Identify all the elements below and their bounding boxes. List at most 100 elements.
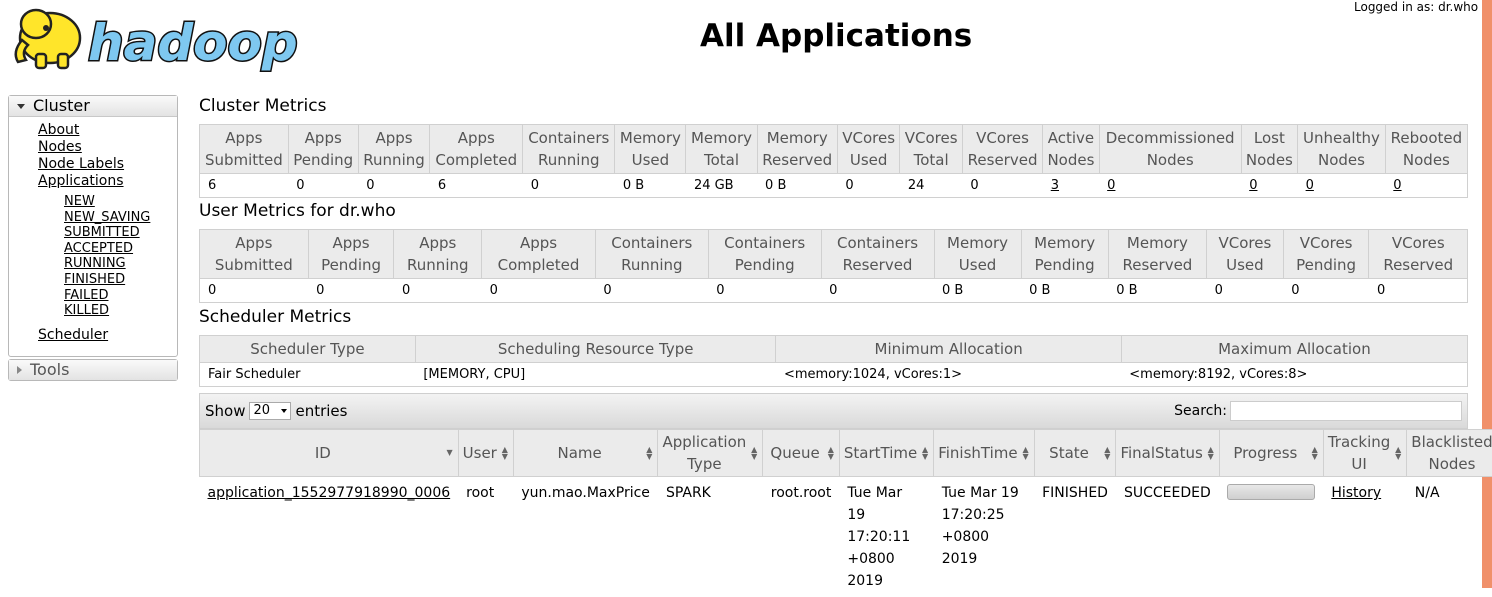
- user-metric-cell: 0: [708, 279, 821, 303]
- cluster-label: Cluster: [33, 96, 90, 116]
- cluster-metric-link[interactable]: 3: [1051, 178, 1059, 193]
- expand-icon: [17, 104, 25, 109]
- chevron-down-icon: [281, 409, 287, 413]
- column-header-id[interactable]: ID▼: [200, 430, 459, 477]
- user-metric-header-apps-pending: AppsPending: [308, 230, 394, 279]
- column-header-progress[interactable]: Progress▲ ▼: [1219, 430, 1323, 477]
- user-metric-cell: 0: [394, 279, 482, 303]
- sort-icon: ▲ ▼: [1312, 446, 1318, 460]
- app-state-running[interactable]: RUNNING: [64, 256, 126, 271]
- cluster-metric-link[interactable]: 0: [1306, 178, 1314, 193]
- column-header-finalstatus[interactable]: FinalStatus▲ ▼: [1116, 430, 1219, 477]
- cluster-metric-cell[interactable]: 0: [1241, 174, 1297, 198]
- column-header-starttime[interactable]: StartTime▲ ▼: [839, 430, 933, 477]
- user-metric-header-containers-reserved: ContainersReserved: [821, 230, 934, 279]
- app-tracking-ui[interactable]: History: [1323, 477, 1406, 597]
- app-tracking-ui-link[interactable]: History: [1331, 485, 1381, 501]
- cluster-metric-header-memory-used: MemoryUsed: [615, 125, 686, 174]
- cluster-metric-cell[interactable]: 3: [1043, 174, 1099, 198]
- user-metric-header-memory-used: MemoryUsed: [934, 230, 1021, 279]
- cluster-metrics-title: Cluster Metrics: [199, 96, 326, 116]
- cluster-metric-link[interactable]: 0: [1393, 178, 1401, 193]
- page-title: All Applications: [700, 18, 962, 54]
- progress-bar: [1227, 484, 1315, 500]
- sidebar-link-node-labels[interactable]: Node Labels: [38, 156, 124, 172]
- user-metric-cell: 0: [1369, 279, 1468, 303]
- scheduler-metric-cell: [MEMORY, CPU]: [415, 363, 776, 387]
- app-state-finished[interactable]: FINISHED: [64, 272, 125, 287]
- column-header-finishtime[interactable]: FinishTime▲ ▼: [934, 430, 1034, 477]
- column-header-name[interactable]: Name▲ ▼: [513, 430, 658, 477]
- elephant-icon: [16, 10, 80, 68]
- sort-icon: ▲ ▼: [1104, 446, 1110, 460]
- cluster-metric-cell: 6: [430, 174, 523, 198]
- hadoop-logo[interactable]: hadoop: [8, 0, 310, 74]
- scheduler-metric-header-scheduler-type: Scheduler Type: [200, 336, 416, 363]
- sidebar-link-scheduler[interactable]: Scheduler: [38, 327, 108, 343]
- app-state-new-saving[interactable]: NEW_SAVING: [64, 210, 150, 225]
- sidebar-link-nodes[interactable]: Nodes: [38, 139, 82, 155]
- scheduler-metrics-title: Scheduler Metrics: [199, 307, 351, 327]
- sidebar-link-applications[interactable]: Applications: [38, 173, 124, 189]
- app-state: FINISHED: [1034, 477, 1116, 597]
- cluster-metric-header-memory-total: MemoryTotal: [686, 125, 757, 174]
- app-start-time: Tue Mar1917:20:11+08002019: [839, 477, 933, 597]
- cluster-metric-header-memory-reserved: MemoryReserved: [757, 125, 837, 174]
- app-blacklisted: N/A: [1407, 477, 1492, 597]
- user-metric-header-vcores-used: VCoresUsed: [1207, 230, 1284, 279]
- sort-icon: ▲ ▼: [751, 446, 757, 460]
- sidebar-cluster: Cluster About Nodes Node Labels Applicat…: [8, 95, 178, 357]
- scheduler-metric-header-minimum-allocation: Minimum Allocation: [776, 336, 1121, 363]
- user-metric-cell: 0 B: [1108, 279, 1206, 303]
- collapsed-icon: [17, 366, 22, 374]
- page-size-select[interactable]: 20: [249, 402, 291, 420]
- scheduler-metric-cell: Fair Scheduler: [200, 363, 416, 387]
- cluster-header[interactable]: Cluster: [9, 96, 177, 117]
- app-id-link[interactable]: application_1552977918990_0006: [208, 485, 451, 501]
- column-header-user[interactable]: User▲ ▼: [458, 430, 513, 477]
- user-metrics-table: AppsSubmittedAppsPendingAppsRunningAppsC…: [199, 229, 1468, 303]
- user-metric-cell: 0 B: [1021, 279, 1108, 303]
- column-header-state[interactable]: State▲ ▼: [1034, 430, 1116, 477]
- user-metric-cell: 0: [1207, 279, 1284, 303]
- app-finish-time: Tue Mar 1917:20:25+0800 2019: [934, 477, 1034, 597]
- column-header-application-type[interactable]: ApplicationType▲ ▼: [658, 430, 763, 477]
- cluster-metric-cell[interactable]: 0: [1298, 174, 1386, 198]
- user-metric-cell: 0: [482, 279, 596, 303]
- app-id[interactable]: application_1552977918990_0006: [200, 477, 459, 597]
- user-metric-header-vcores-pending: VCoresPending: [1283, 230, 1369, 279]
- sidebar-link-about[interactable]: About: [38, 122, 79, 138]
- column-header-queue[interactable]: Queue▲ ▼: [763, 430, 840, 477]
- cluster-metric-cell: 0: [358, 174, 430, 198]
- cluster-metric-cell: 24 GB: [686, 174, 757, 198]
- cluster-metric-cell[interactable]: 0: [1099, 174, 1241, 198]
- user-metric-header-containers-pending: ContainersPending: [708, 230, 821, 279]
- column-header-tracking-ui[interactable]: TrackingUI▲ ▼: [1323, 430, 1406, 477]
- app-state-submitted[interactable]: SUBMITTED: [64, 225, 140, 240]
- cluster-metric-link[interactable]: 0: [1249, 178, 1257, 193]
- table-row: application_1552977918990_0006rootyun.ma…: [200, 477, 1492, 597]
- sort-icon: ▲ ▼: [646, 446, 652, 460]
- app-state-failed[interactable]: FAILED: [64, 288, 108, 303]
- cluster-metric-cell: 0: [523, 174, 615, 198]
- cluster-metric-header-rebooted-nodes: RebootedNodes: [1385, 125, 1467, 174]
- app-final-status: SUCCEEDED: [1116, 477, 1219, 597]
- user-metric-header-apps-submitted: AppsSubmitted: [200, 230, 309, 279]
- app-name: yun.mao.MaxPrice: [513, 477, 658, 597]
- user-metric-header-containers-running: ContainersRunning: [595, 230, 708, 279]
- cluster-metric-header-apps-submitted: AppsSubmitted: [200, 125, 289, 174]
- app-state-accepted[interactable]: ACCEPTED: [64, 241, 133, 256]
- app-state-killed[interactable]: KILLED: [64, 303, 109, 318]
- cluster-metric-cell[interactable]: 0: [1385, 174, 1467, 198]
- cluster-metric-link[interactable]: 0: [1107, 178, 1115, 193]
- app-type: SPARK: [658, 477, 763, 597]
- cluster-metric-header-vcores-used: VCoresUsed: [837, 125, 900, 174]
- show-label: Show: [205, 402, 245, 420]
- column-header-blacklisted-nodes[interactable]: BlacklistedNodes▲ ▼: [1407, 430, 1492, 477]
- app-state-new[interactable]: NEW: [64, 194, 95, 209]
- cluster-metric-header-decommissioned-nodes: DecommissionedNodes: [1099, 125, 1241, 174]
- search-input[interactable]: [1230, 401, 1462, 421]
- cluster-metric-header-vcores-total: VCoresTotal: [900, 125, 963, 174]
- sort-icon: ▲ ▼: [828, 446, 834, 460]
- sidebar-tools[interactable]: Tools: [8, 359, 178, 381]
